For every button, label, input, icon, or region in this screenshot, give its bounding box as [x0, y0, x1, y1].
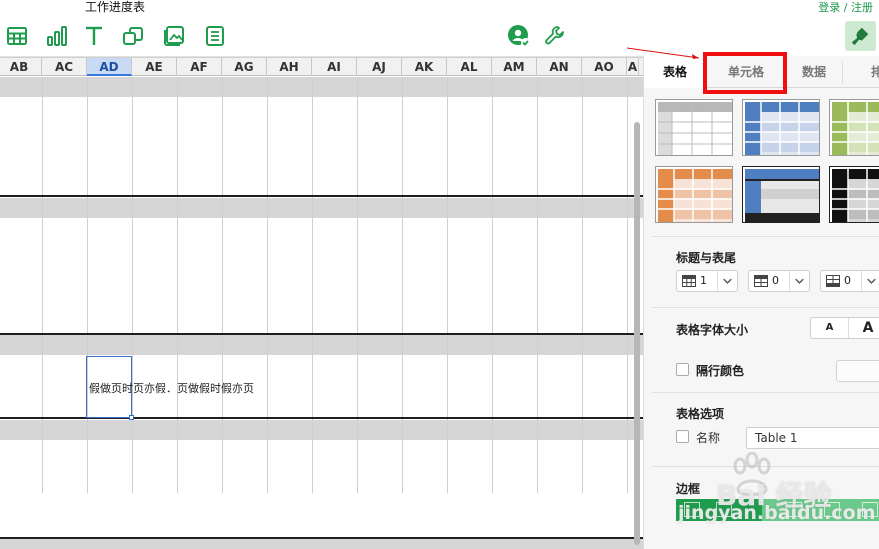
font-size-buttons: A A	[810, 317, 879, 339]
table-name-input[interactable]: Table 1	[746, 427, 879, 449]
tab-arrange[interactable]: 排	[862, 56, 879, 88]
header-rows-stepper[interactable]: 1	[676, 270, 738, 292]
column-header-al[interactable]: AL	[447, 58, 492, 76]
table-grid[interactable]	[0, 77, 643, 549]
tab-divider	[842, 62, 843, 84]
column-header-ai[interactable]: AI	[312, 58, 357, 76]
chevron-down-icon[interactable]	[861, 271, 879, 291]
table-row[interactable]	[0, 335, 643, 355]
table-name-checkbox[interactable]	[676, 430, 689, 443]
cell-text[interactable]: 假做页时页亦假．页做假时假亦页	[89, 380, 254, 396]
column-gridline	[42, 77, 43, 493]
annotation-arrow-icon	[626, 47, 700, 59]
section-divider	[652, 307, 879, 308]
column-header-ad[interactable]: AD	[87, 58, 132, 76]
column-gridline	[312, 77, 313, 493]
green-style[interactable]	[829, 99, 879, 156]
column-gridline	[582, 77, 583, 493]
column-header-ac[interactable]: AC	[42, 58, 87, 76]
vertical-scrollbar[interactable]	[634, 122, 640, 545]
column-header-am[interactable]: AM	[492, 58, 537, 76]
column-header-ab[interactable]: AB	[0, 58, 42, 76]
column-gridline	[357, 77, 358, 493]
format-brush-button[interactable]	[845, 21, 876, 51]
orange-style[interactable]	[655, 166, 733, 223]
footer-rows-stepper[interactable]: 0	[820, 270, 879, 292]
column-header-ak[interactable]: AK	[402, 58, 447, 76]
column-header-bar: AB AC AD AE AF AG AH AI AJ AK AL AM AN AO A	[0, 57, 643, 76]
media-icon[interactable]	[162, 24, 186, 48]
table-row[interactable]	[0, 539, 643, 549]
chevron-down-icon[interactable]	[789, 271, 809, 291]
gray-style[interactable]	[655, 99, 733, 156]
top-toolbar: 工作进度表 登录 / 注册	[0, 0, 879, 56]
header-columns-stepper[interactable]: 0	[748, 270, 810, 292]
font-smaller-button[interactable]: A	[811, 318, 849, 338]
column-gridline	[447, 77, 448, 493]
column-gridline	[627, 77, 628, 493]
column-gridline	[87, 77, 88, 493]
baidu-jingyan-watermark: Bai 经验 jingyan.baidu.com	[676, 452, 876, 547]
watermark-url: jingyan.baidu.com	[678, 502, 876, 524]
comment-icon[interactable]	[203, 24, 227, 48]
column-gridline	[492, 77, 493, 493]
stepper-value: 0	[772, 274, 779, 287]
column-gridline	[132, 77, 133, 493]
column-header-ao[interactable]: AO	[582, 58, 627, 76]
table-options-label: 表格选项	[676, 407, 725, 421]
format-brush-icon	[851, 27, 869, 46]
row-divider	[0, 537, 643, 539]
chart-icon[interactable]	[45, 24, 69, 48]
cell-fill-handle[interactable]	[129, 415, 134, 420]
wrench-icon[interactable]	[543, 24, 567, 48]
chevron-down-icon[interactable]	[717, 271, 737, 291]
header-rows-icon	[682, 275, 696, 287]
column-gridline	[402, 77, 403, 493]
alternating-rows-label: 隔行颜色	[696, 364, 745, 378]
table-name-label: 名称	[696, 431, 721, 445]
login-register-link[interactable]: 登录 / 注册	[818, 0, 873, 15]
table-row[interactable]	[0, 420, 643, 440]
table-row[interactable]	[0, 198, 643, 218]
black-style[interactable]	[829, 166, 879, 223]
column-header-ae[interactable]: AE	[132, 58, 177, 76]
alternating-rows-checkbox[interactable]	[676, 363, 689, 376]
tab-data[interactable]: 数据	[786, 56, 842, 88]
column-gridline	[267, 77, 268, 493]
font-larger-button[interactable]: A	[849, 318, 879, 338]
footer-rows-icon	[826, 275, 840, 287]
stepper-value: 1	[700, 274, 707, 287]
row-divider	[0, 333, 643, 335]
annotation-highlight-box	[703, 52, 787, 94]
column-gridline	[537, 77, 538, 493]
document-title[interactable]: 工作进度表	[85, 0, 145, 14]
collaborate-icon[interactable]	[507, 24, 531, 48]
column-header-ag[interactable]: AG	[222, 58, 267, 76]
column-gridline	[222, 77, 223, 493]
row-divider	[0, 195, 643, 197]
blue-style[interactable]	[742, 99, 820, 156]
stepper-value: 0	[844, 274, 851, 287]
font-size-label: 表格字体大小	[676, 323, 749, 337]
column-header-ah[interactable]: AH	[267, 58, 312, 76]
column-header-aj[interactable]: AJ	[357, 58, 402, 76]
table-row[interactable]	[0, 77, 643, 97]
alternating-color-well[interactable]	[836, 360, 879, 382]
shape-icon[interactable]	[121, 24, 145, 48]
header-footer-label: 标题与表尾	[676, 251, 737, 265]
section-divider	[652, 236, 879, 237]
table-icon[interactable]	[5, 24, 29, 48]
text-icon[interactable]	[82, 24, 106, 48]
section-divider	[652, 392, 879, 393]
app-window: 工作进度表 登录 / 注册 AB AC AD AE AF AG AH AI AJ…	[0, 0, 879, 549]
header-columns-icon	[754, 275, 768, 287]
column-gridline	[177, 77, 178, 493]
navy-style[interactable]	[742, 166, 820, 223]
column-header-an[interactable]: AN	[537, 58, 582, 76]
column-header-af[interactable]: AF	[177, 58, 222, 76]
